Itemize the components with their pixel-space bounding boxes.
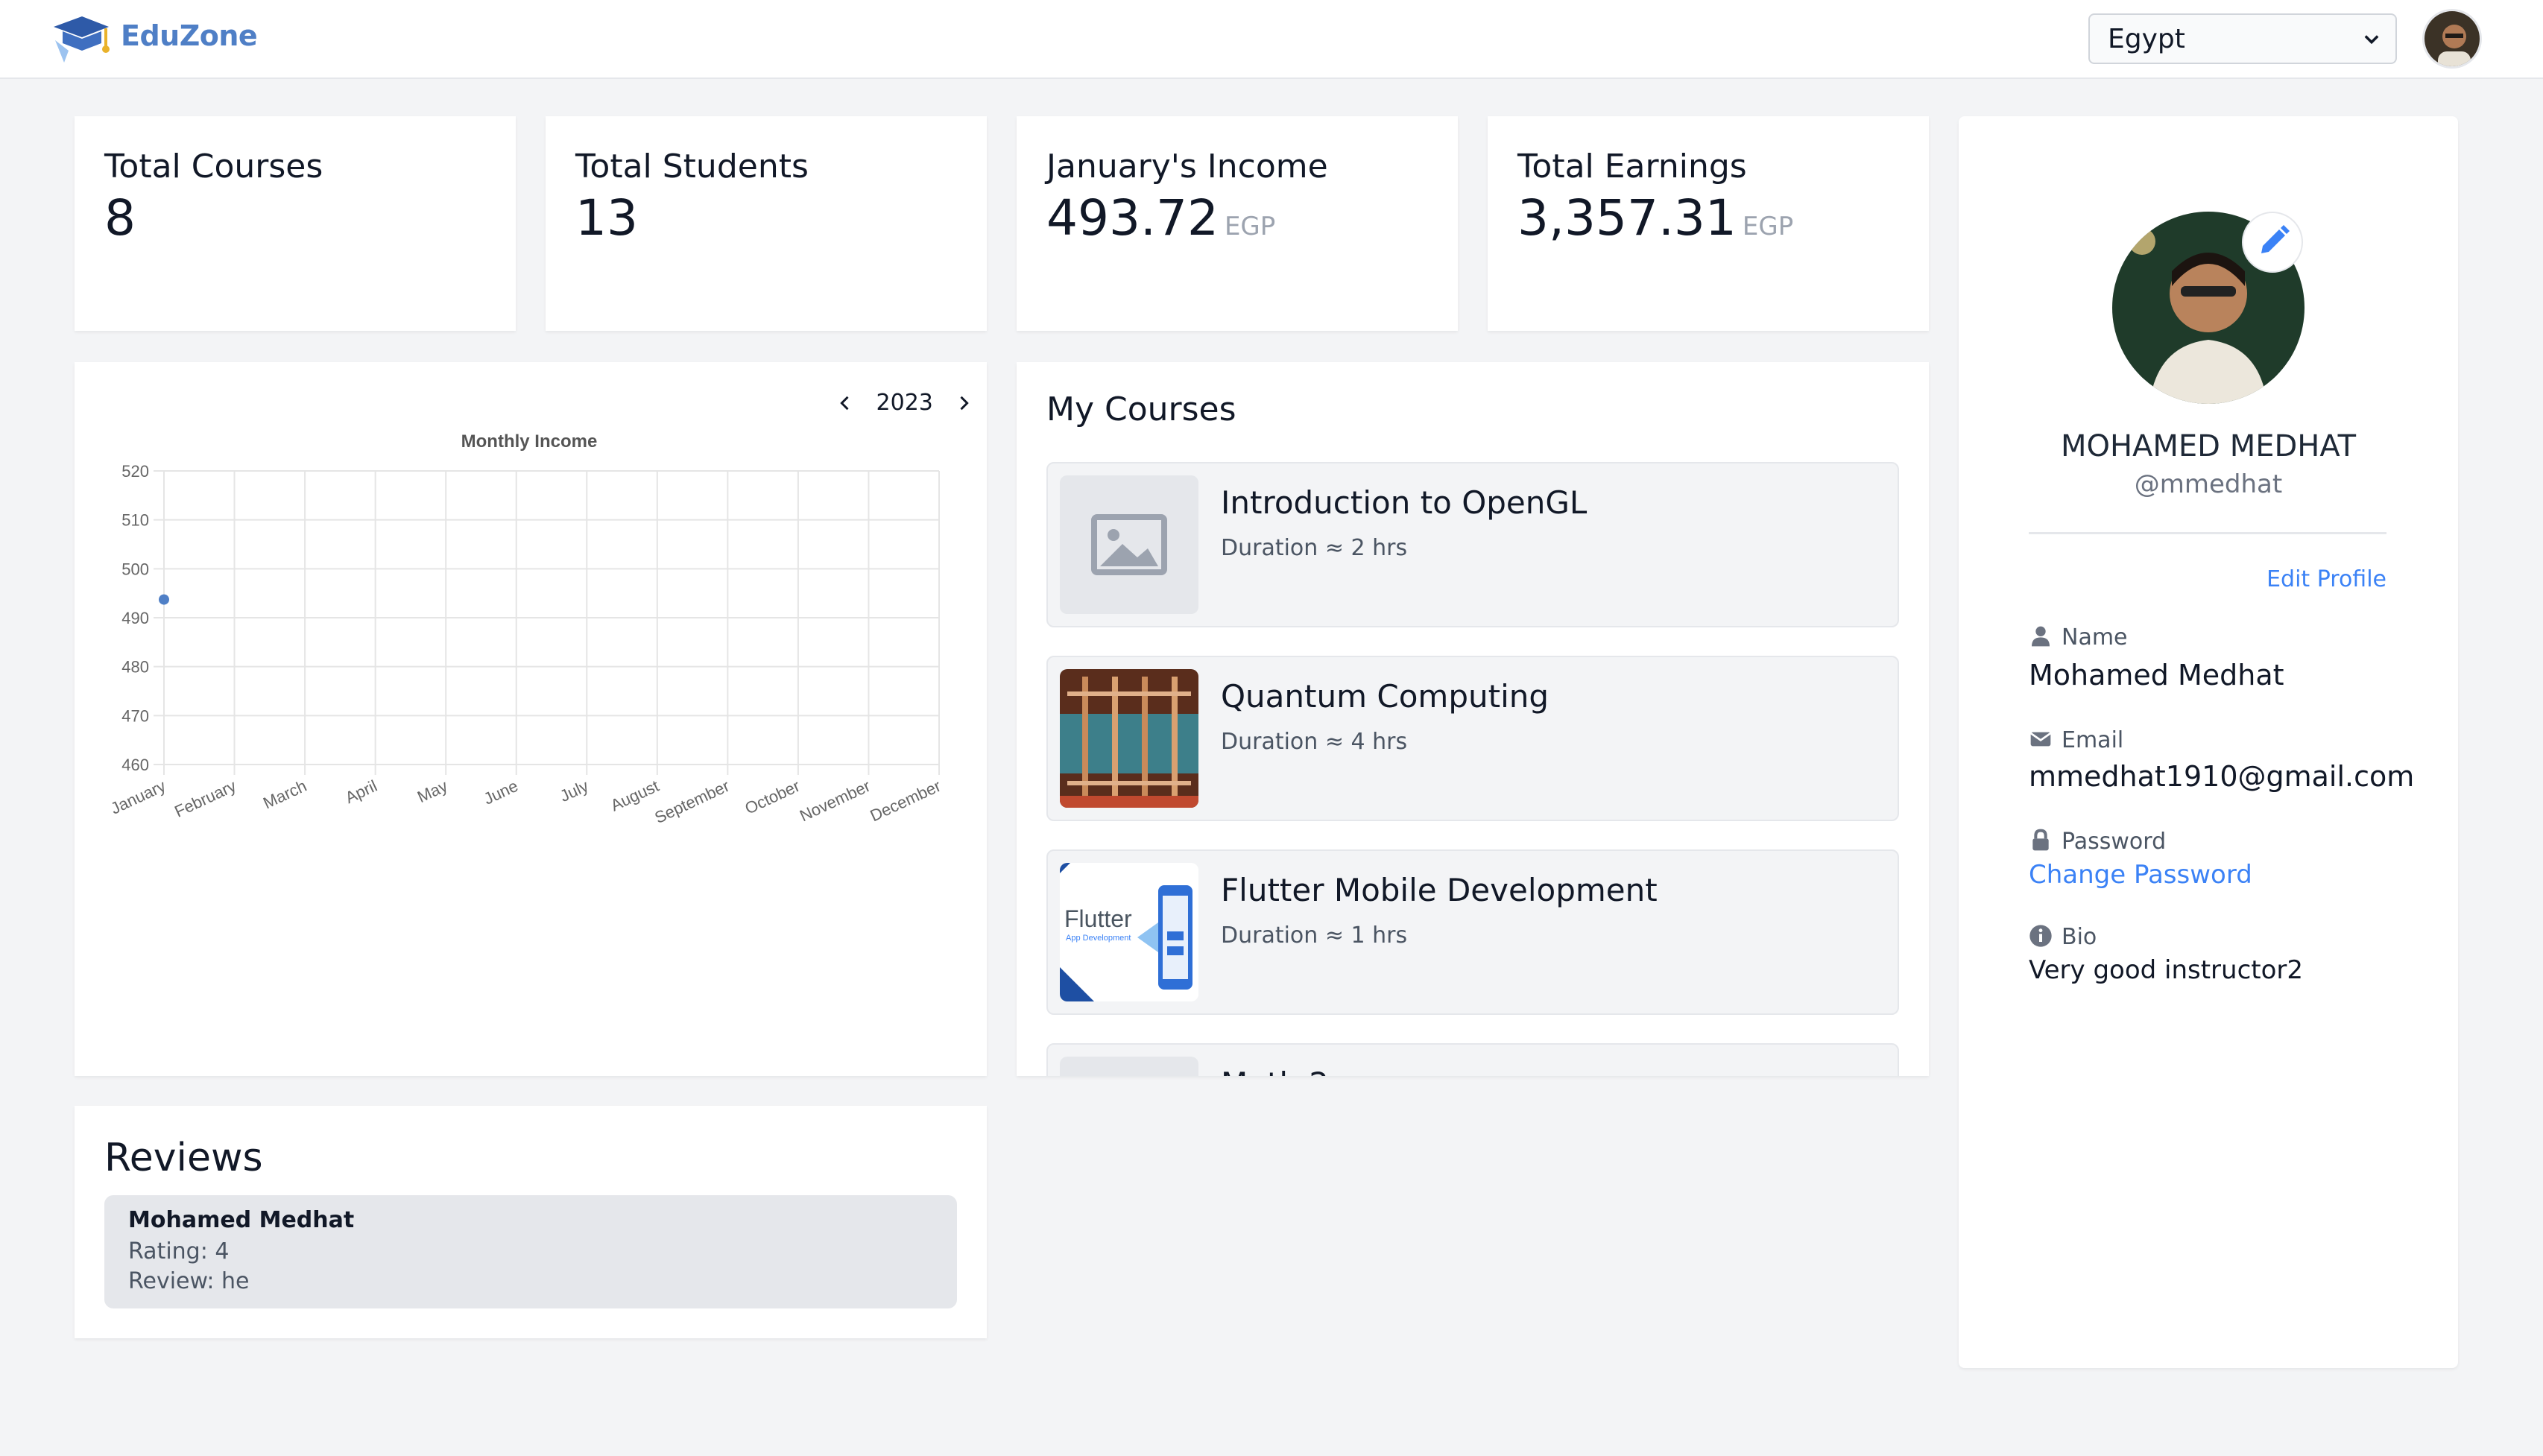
edit-avatar-button[interactable] [2242, 212, 2303, 273]
course-duration: Duration ≈ 4 hrs [1221, 729, 1408, 755]
chart-x-tick-label: July [557, 776, 591, 805]
chart-x-tick-label: June [481, 776, 521, 808]
stat-title: Total Courses [104, 148, 323, 186]
reviews-title: Reviews [104, 1136, 263, 1180]
chart-x-tick-label: October [742, 776, 803, 818]
stat-title: Total Students [575, 148, 809, 186]
edit-profile-link[interactable]: Edit Profile [2258, 566, 2386, 592]
chevron-right-icon[interactable] [953, 393, 974, 414]
password-label: Password [2062, 829, 2167, 855]
course-thumbnail [1060, 669, 1198, 808]
flutter-banner: Flutter App Development [1060, 863, 1198, 1001]
chart-y-tick-label: 480 [121, 658, 149, 677]
currency-unit: EGP [1224, 212, 1276, 241]
course-duration: Duration ≈ 2 hrs [1221, 535, 1408, 561]
stat-title: Total Earnings [1517, 148, 1747, 186]
brand-name[interactable]: EduZone [121, 19, 258, 52]
email-value: mmedhat1910@gmail.com [2029, 760, 2415, 793]
chart-y-tick-label: 490 [121, 609, 149, 627]
graduation-cap-logo-icon[interactable] [49, 10, 112, 64]
stat-value: 13 [575, 189, 638, 247]
monthly-income-chart: Monthly Income 460 470 480 490 500 510 520 Jan… [108, 431, 944, 827]
placeholder-image-icon [1060, 475, 1198, 614]
country-select-value: Egypt [2108, 24, 2185, 54]
course-title: Flutter Mobile Development [1221, 872, 1658, 908]
chart-y-tick-label: 520 [121, 462, 149, 481]
name-value: Mohamed Medhat [2029, 659, 2284, 691]
change-password-link[interactable]: Change Password [2029, 860, 2252, 890]
course-title: Quantum Computing [1221, 678, 1550, 715]
bio-value: Very good instructor2 [2029, 955, 2304, 985]
user-avatar[interactable] [2422, 9, 2482, 69]
user-icon [2032, 626, 2050, 647]
stat-card-monthly-income: January's Income 493.72 EGP [1017, 116, 1458, 331]
stat-value: 493.72 EGP [1046, 189, 1276, 247]
reviewer-name: Mohamed Medhat [128, 1207, 355, 1233]
chart-x-tick-label: March [260, 776, 309, 812]
chevron-down-icon [2364, 35, 2379, 45]
chart-x-tick-label: September [651, 776, 732, 827]
flutter-banner-subtitle: App Development [1066, 934, 1131, 943]
chart-y-tick-label: 470 [121, 706, 149, 725]
bio-label: Bio [2062, 924, 2097, 950]
course-card[interactable]: Introduction to OpenGL Duration ≈ 2 hrs [1046, 462, 1899, 627]
email-label: Email [2062, 727, 2124, 753]
country-select[interactable]: Egypt [2088, 13, 2397, 64]
info-icon [2029, 925, 2052, 947]
year-navigator: 2023 [835, 389, 974, 416]
my-courses-card: My Courses Introduction to OpenGL Durati… [1017, 362, 1929, 1076]
course-duration: Duration ≈ 1 hrs [1221, 922, 1408, 949]
chart-x-tick-label: May [414, 776, 450, 806]
flutter-banner-title: Flutter [1064, 905, 1132, 932]
course-card[interactable]: Flutter App Development Flutter Mobile D… [1046, 849, 1899, 1015]
review-text: Review: he [128, 1268, 250, 1294]
quantum-computer-photo [1060, 669, 1198, 808]
stat-value: 3,357.31 EGP [1517, 189, 1794, 247]
pencil-icon [2261, 225, 2290, 253]
envelope-icon [2029, 732, 2052, 747]
review-rating: Rating: 4 [128, 1238, 230, 1264]
chart-data-point [159, 594, 169, 605]
lock-icon [2032, 829, 2049, 851]
course-thumbnail [1060, 1057, 1198, 1076]
course-thumbnail [1060, 475, 1198, 614]
course-title: Math 2 [1221, 1066, 1329, 1076]
stat-value: 8 [104, 189, 136, 247]
chart-y-tick-label: 500 [121, 560, 149, 578]
course-title: Introduction to OpenGL [1221, 484, 1588, 521]
profile-handle: @mmedhat [2134, 469, 2283, 499]
chart-y-tick-label: 510 [121, 511, 149, 530]
avatar-photo [2424, 11, 2480, 66]
chart-x-tick-label: January [108, 776, 169, 818]
chart-x-tick-label: December [868, 776, 944, 826]
chart-title: Monthly Income [461, 431, 598, 452]
profile-display-name: MOHAMED MEDHAT [2060, 429, 2357, 463]
course-card[interactable]: Math 2 [1046, 1043, 1899, 1076]
chart-x-tick-label: February [171, 776, 238, 821]
course-card[interactable]: Quantum Computing Duration ≈ 4 hrs [1046, 656, 1899, 821]
chart-y-tick-label: 460 [121, 756, 149, 774]
chevron-left-icon[interactable] [835, 393, 856, 414]
chart-x-tick-label: November [797, 776, 874, 826]
stat-card-total-courses: Total Courses 8 [75, 116, 516, 331]
stat-card-total-students: Total Students 13 [546, 116, 987, 331]
review-item: Mohamed Medhat Rating: 4 Review: he [104, 1195, 957, 1308]
currency-unit: EGP [1742, 212, 1794, 241]
stat-card-total-earnings: Total Earnings 3,357.31 EGP [1488, 116, 1929, 331]
my-courses-title: My Courses [1046, 390, 1236, 428]
course-thumbnail: Flutter App Development [1060, 863, 1198, 1001]
profile-divider [2029, 532, 2386, 534]
chart-year: 2023 [876, 390, 933, 416]
chart-x-tick-label: April [342, 776, 379, 807]
name-label: Name [2062, 624, 2128, 651]
stat-title: January's Income [1046, 148, 1328, 186]
top-header: EduZone Egypt [0, 0, 2543, 79]
